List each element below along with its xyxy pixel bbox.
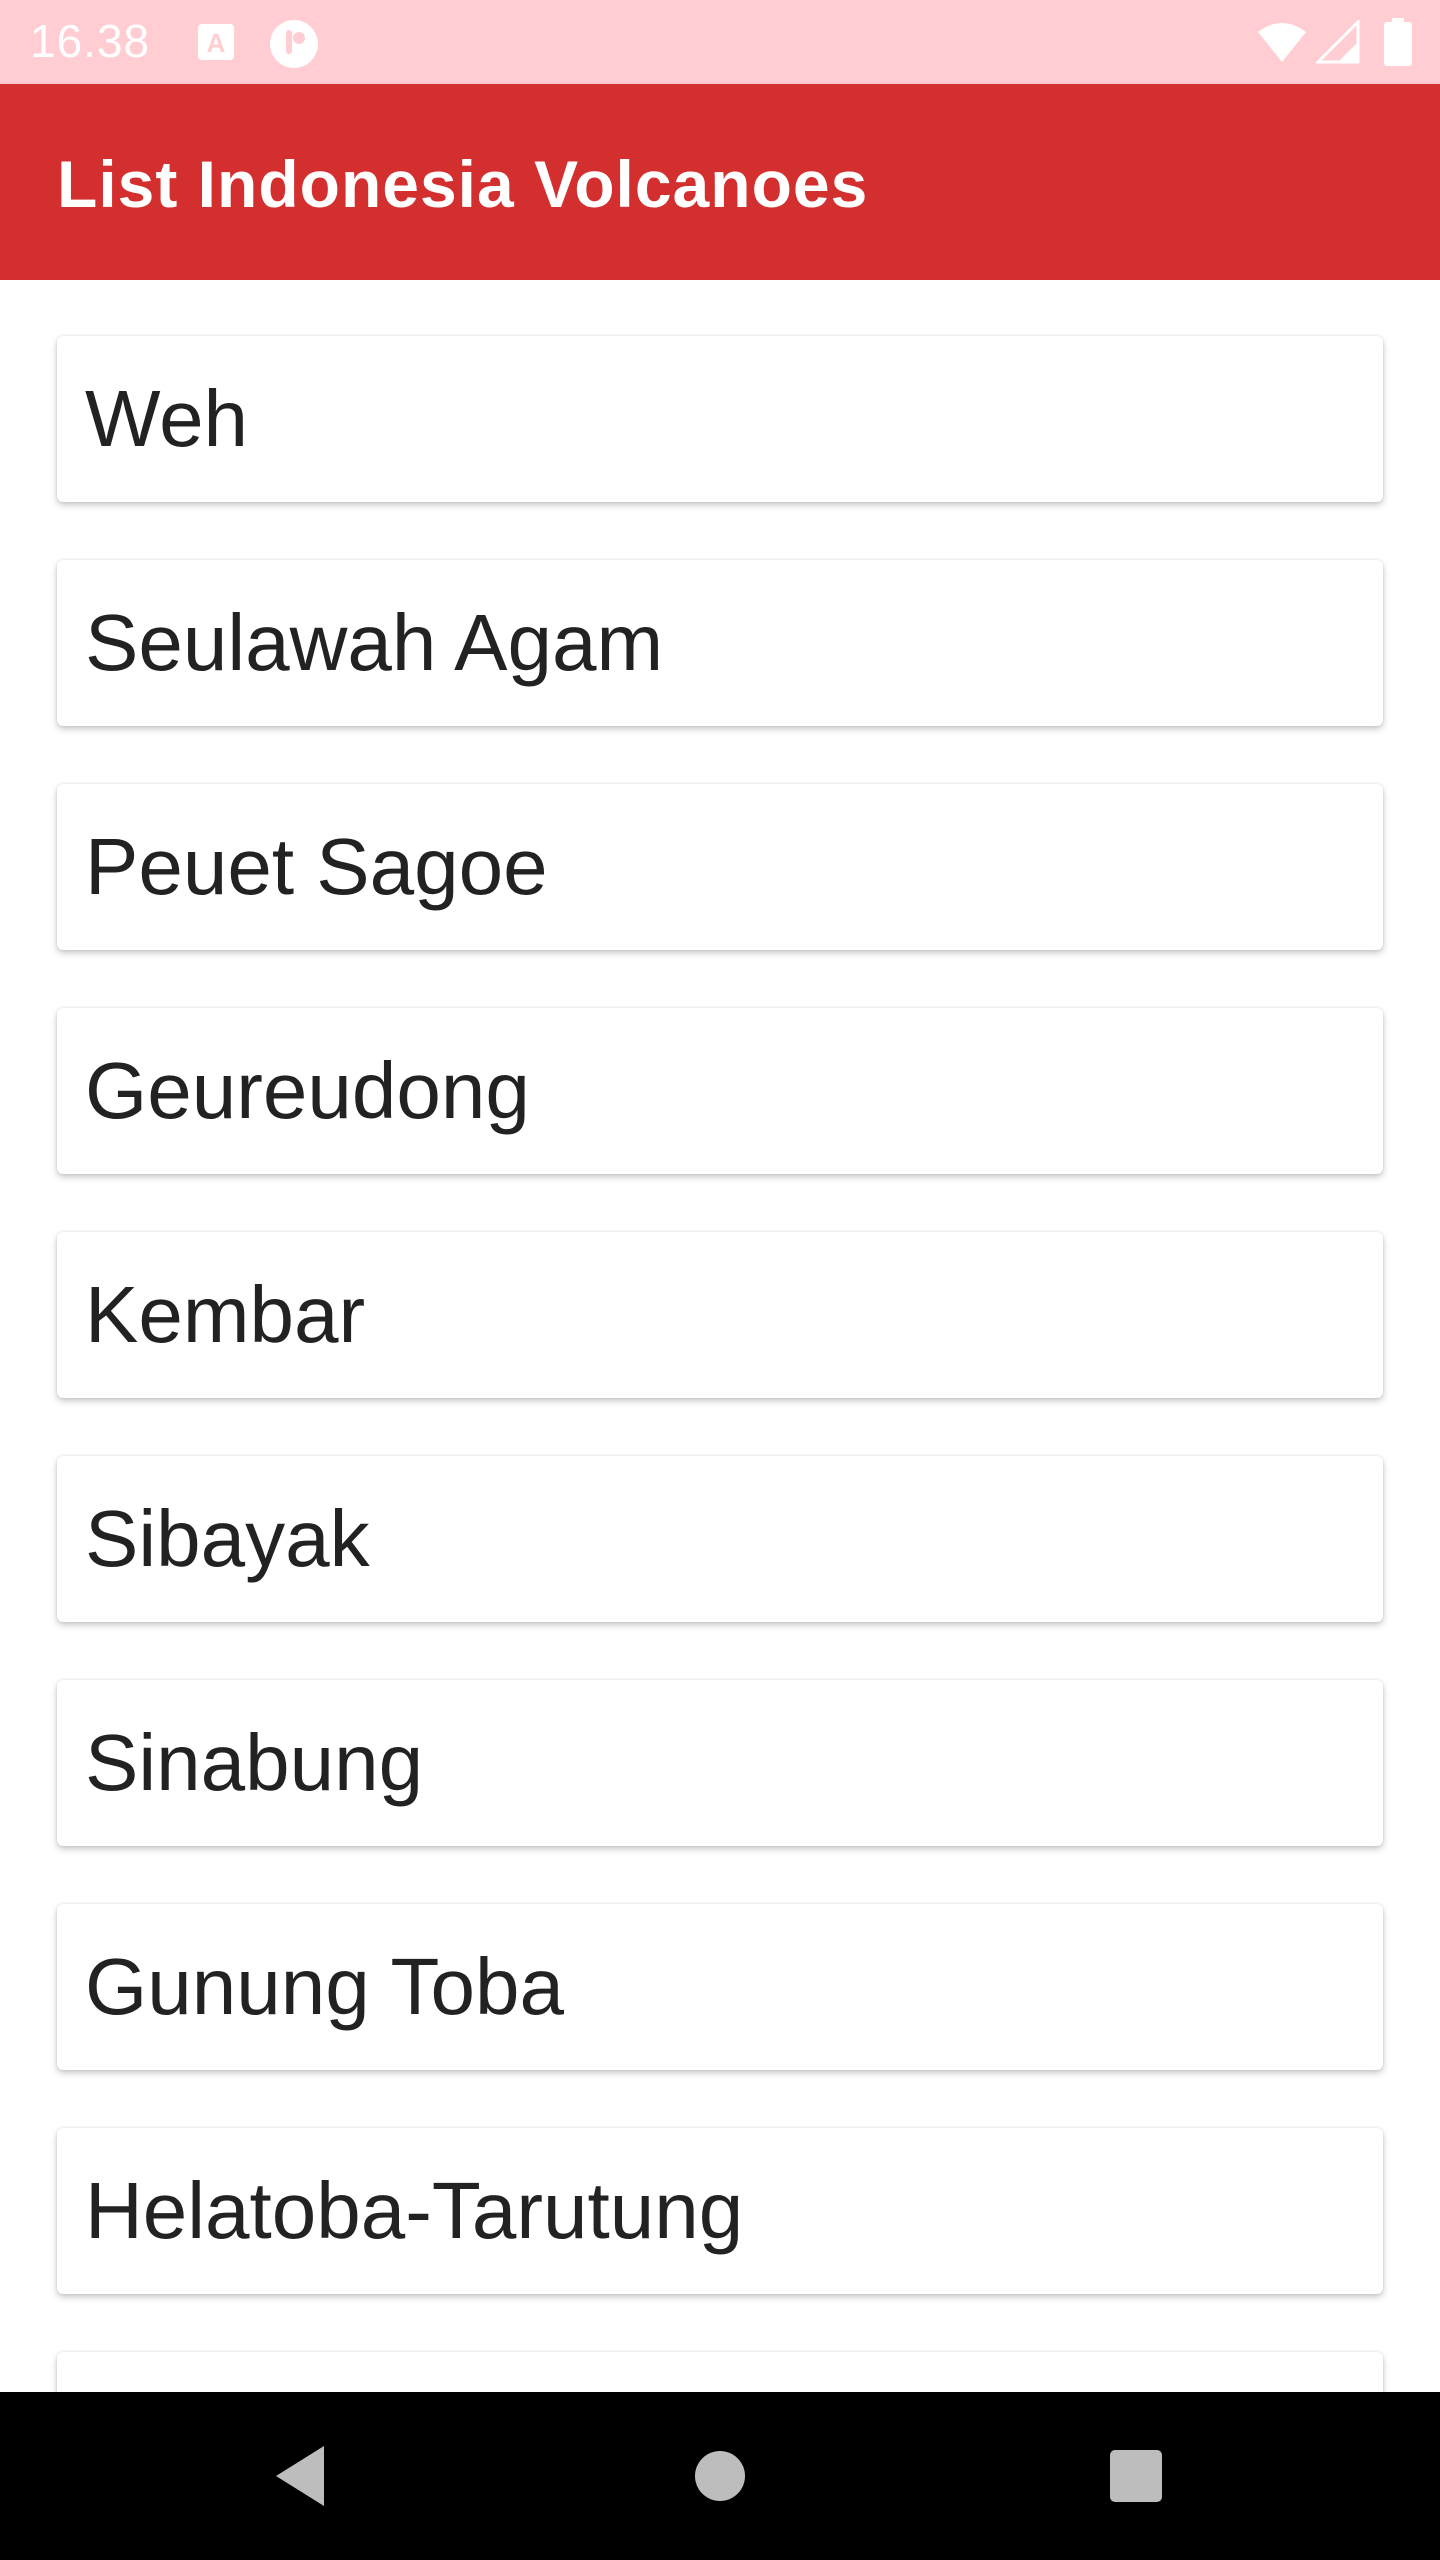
app-bar: List Indonesia Volcanoes	[0, 84, 1440, 280]
list-item-label: Peuet Sagoe	[85, 822, 548, 911]
list-item[interactable]: Helatoba-Tarutung	[57, 2128, 1383, 2294]
list-item-label: Geureudong	[85, 1046, 530, 1135]
list-item-label: Kembar	[85, 1270, 366, 1359]
list-item-label: Helatoba-Tarutung	[85, 2166, 744, 2255]
list-item[interactable]: Sibayak	[57, 1456, 1383, 1622]
text-a-icon: A	[196, 22, 236, 67]
signal-icon	[1314, 18, 1360, 69]
list-item-label: Sinabung	[85, 1718, 424, 1807]
list-item[interactable]	[57, 2352, 1383, 2392]
volcano-list[interactable]: Weh Seulawah Agam Peuet Sagoe Geureudong…	[0, 280, 1440, 2392]
list-item[interactable]: Gunung Toba	[57, 1904, 1383, 2070]
list-item[interactable]: Sinabung	[57, 1680, 1383, 1846]
wifi-icon	[1256, 20, 1308, 69]
back-icon[interactable]	[270, 2442, 330, 2515]
list-item-label: Seulawah Agam	[85, 598, 664, 687]
page-title: List Indonesia Volcanoes	[57, 147, 869, 221]
home-icon[interactable]	[694, 2450, 746, 2507]
list-item[interactable]: Weh	[57, 336, 1383, 502]
list-item[interactable]: Geureudong	[57, 1008, 1383, 1174]
list-item-label: Weh	[85, 374, 249, 463]
navigation-bar	[0, 2392, 1440, 2560]
list-item-label: Sibayak	[85, 1494, 370, 1583]
list-item[interactable]: Peuet Sagoe	[57, 784, 1383, 950]
list-item[interactable]: Kembar	[57, 1232, 1383, 1398]
list-item[interactable]: Seulawah Agam	[57, 560, 1383, 726]
status-time: 16.38	[30, 15, 151, 67]
status-bar: 16.38 A	[0, 0, 1440, 84]
notification-icon	[268, 18, 320, 75]
svg-text:A: A	[207, 28, 226, 58]
battery-icon	[1384, 18, 1412, 71]
recents-icon[interactable]	[1108, 2448, 1164, 2509]
list-item-label: Gunung Toba	[85, 1942, 564, 2031]
